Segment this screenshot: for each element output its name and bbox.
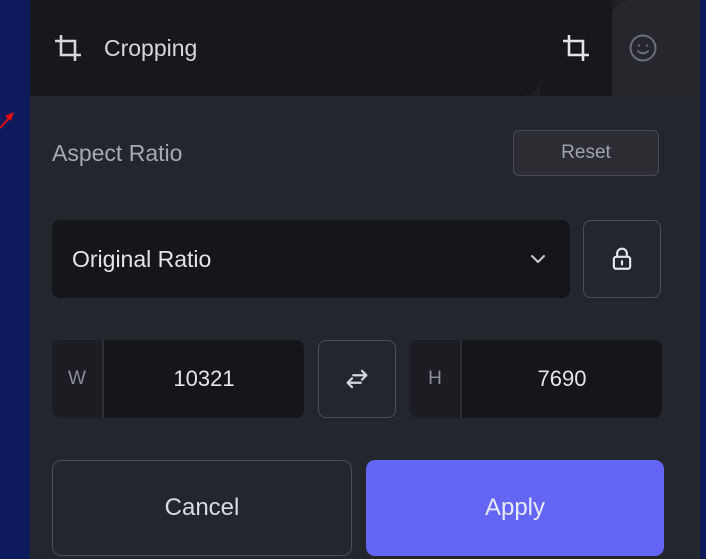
- crop-panel: Cropping Aspect Ratio Reset Original Rat…: [30, 0, 700, 559]
- width-input[interactable]: 10321: [104, 366, 304, 392]
- swap-icon: [346, 369, 368, 389]
- width-label: W: [52, 340, 104, 418]
- sticker-icon: [629, 34, 657, 62]
- panel-title: Cropping: [104, 34, 198, 61]
- height-label: H: [410, 340, 462, 418]
- aspect-ratio-value: Original Ratio: [72, 245, 212, 272]
- tab-sticker[interactable]: [612, 0, 700, 96]
- crop-icon: [563, 35, 589, 61]
- tab-crop[interactable]: [540, 0, 612, 96]
- crop-icon: [55, 35, 81, 61]
- panel-header: Cropping: [30, 0, 540, 96]
- lock-ratio-button[interactable]: [583, 220, 661, 298]
- red-pointer-arrow: [0, 112, 14, 129]
- lock-icon: [612, 247, 632, 270]
- reset-button[interactable]: Reset: [513, 130, 659, 176]
- height-input[interactable]: 7690: [462, 366, 662, 392]
- chevron-down-icon: [531, 255, 545, 263]
- aspect-ratio-label: Aspect Ratio: [52, 140, 183, 166]
- aspect-ratio-select[interactable]: Original Ratio: [52, 220, 570, 298]
- cancel-button[interactable]: Cancel: [52, 460, 352, 556]
- height-field[interactable]: H 7690: [410, 340, 662, 418]
- swap-dimensions-button[interactable]: [318, 340, 396, 418]
- width-field[interactable]: W 10321: [52, 340, 304, 418]
- apply-button[interactable]: Apply: [366, 460, 664, 556]
